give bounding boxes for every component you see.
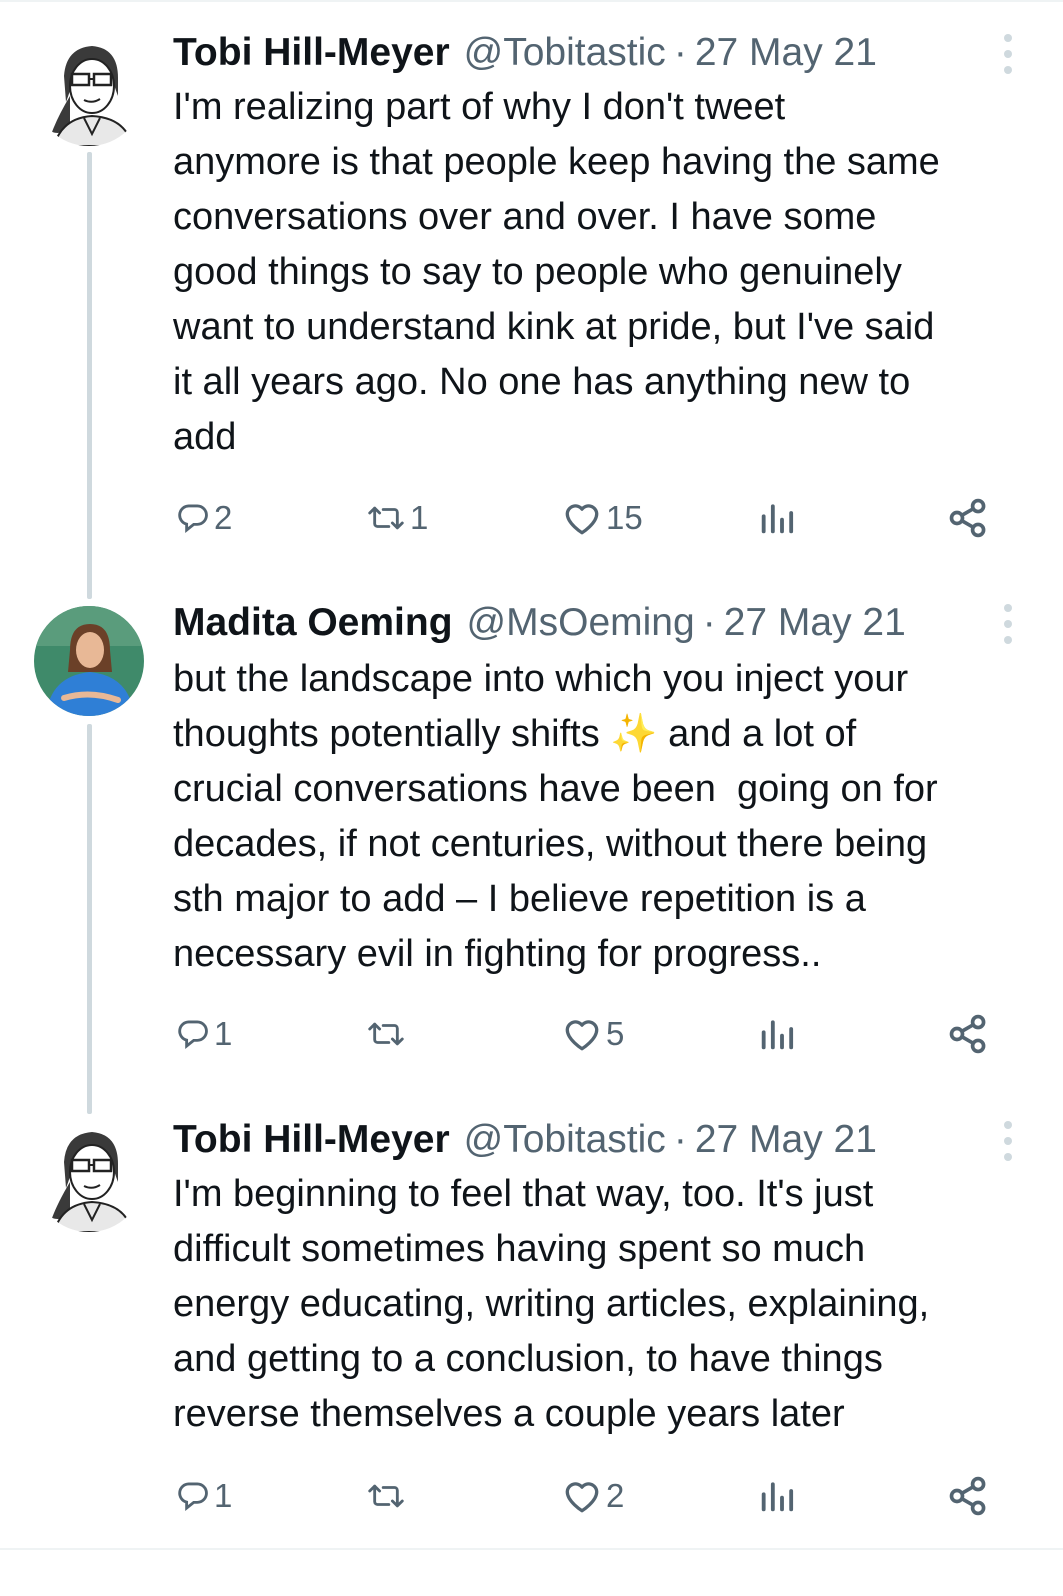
- avatar[interactable]: [34, 36, 144, 146]
- reply-icon: [176, 1479, 210, 1513]
- reply-count: 2: [214, 499, 233, 536]
- tweet-header: Tobi Hill-Meyer @Tobitastic · 27 May 21: [173, 1115, 1023, 1165]
- tweet-text: I'm beginning to feel that way, too. It'…: [173, 1173, 930, 1435]
- tweet[interactable]: Tobi Hill-Meyer @Tobitastic · 27 May 21 …: [0, 0, 1063, 590]
- retweet-count: 1: [410, 499, 429, 536]
- heart-icon: [562, 1478, 602, 1514]
- tweet-actions: 1 2: [0, 1466, 1063, 1526]
- reply-button[interactable]: 1: [176, 1004, 232, 1064]
- author-name[interactable]: Madita Oeming: [173, 598, 453, 648]
- avatar[interactable]: [34, 606, 144, 716]
- separator-dot: ·: [673, 1118, 687, 1161]
- share-button[interactable]: [946, 1004, 990, 1064]
- views-icon: [757, 498, 797, 538]
- views-icon: [757, 1014, 797, 1054]
- tweet-date[interactable]: 27 May 21: [724, 598, 906, 648]
- bottom-divider: [0, 1548, 1063, 1550]
- tweet-actions: 1 5: [0, 1004, 1063, 1064]
- like-button[interactable]: 2: [562, 1466, 624, 1526]
- retweet-icon: [366, 1017, 406, 1051]
- retweet-button[interactable]: [366, 1004, 410, 1064]
- like-count: 5: [606, 1015, 625, 1052]
- retweet-icon: [366, 1479, 406, 1513]
- more-icon[interactable]: [1001, 604, 1015, 644]
- tweet-header: Madita Oeming @MsOeming · 27 May 21: [173, 598, 1023, 648]
- share-icon: [946, 1474, 990, 1518]
- separator-dot: ·: [673, 31, 687, 74]
- reply-count: 1: [214, 1015, 233, 1052]
- author-name[interactable]: Tobi Hill-Meyer: [173, 28, 450, 78]
- reply-icon: [176, 501, 210, 535]
- retweet-button[interactable]: 1: [366, 488, 428, 548]
- author-handle[interactable]: @MsOeming: [467, 598, 695, 648]
- retweet-icon: [366, 501, 406, 535]
- tweet-text: I'm realizing part of why I don't tweet …: [173, 86, 940, 458]
- tweet-date[interactable]: 27 May 21: [695, 1115, 877, 1165]
- retweet-button[interactable]: [366, 1466, 410, 1526]
- tweet[interactable]: Tobi Hill-Meyer @Tobitastic · 27 May 21 …: [0, 1110, 1063, 1550]
- tweet-actions: 2 1 15: [0, 488, 1063, 548]
- tweet[interactable]: Madita Oeming @MsOeming · 27 May 21 but …: [0, 590, 1063, 1110]
- like-button[interactable]: 15: [562, 488, 643, 548]
- reply-button[interactable]: 1: [176, 1466, 232, 1526]
- more-icon[interactable]: [1001, 1121, 1015, 1161]
- author-name[interactable]: Tobi Hill-Meyer: [173, 1115, 450, 1165]
- heart-icon: [562, 500, 602, 536]
- tweet-header: Tobi Hill-Meyer @Tobitastic · 27 May 21: [173, 28, 1023, 78]
- author-handle[interactable]: @Tobitastic: [464, 1115, 666, 1165]
- like-count: 2: [606, 1477, 625, 1514]
- views-button[interactable]: [757, 1004, 797, 1064]
- views-button[interactable]: [757, 1466, 797, 1526]
- views-button[interactable]: [757, 488, 797, 548]
- share-icon: [946, 496, 990, 540]
- separator-dot: ·: [702, 601, 716, 644]
- views-icon: [757, 1476, 797, 1516]
- reply-icon: [176, 1017, 210, 1051]
- heart-icon: [562, 1016, 602, 1052]
- more-icon[interactable]: [1001, 34, 1015, 74]
- reply-count: 1: [214, 1477, 233, 1514]
- avatar[interactable]: [34, 1122, 144, 1232]
- share-button[interactable]: [946, 488, 990, 548]
- reply-button[interactable]: 2: [176, 488, 232, 548]
- like-count: 15: [606, 499, 643, 536]
- like-button[interactable]: 5: [562, 1004, 624, 1064]
- tweet-date[interactable]: 27 May 21: [695, 28, 877, 78]
- author-handle[interactable]: @Tobitastic: [464, 28, 666, 78]
- share-button[interactable]: [946, 1466, 990, 1526]
- tweet-text: but the landscape into which you inject …: [173, 658, 938, 975]
- share-icon: [946, 1012, 990, 1056]
